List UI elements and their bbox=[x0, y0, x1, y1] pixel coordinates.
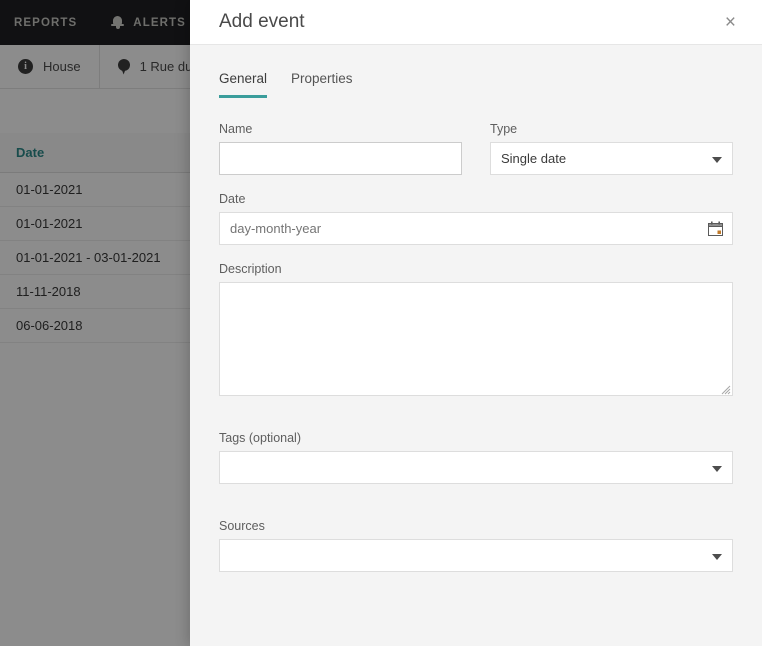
modal-header: Add event × bbox=[190, 0, 762, 45]
name-input[interactable] bbox=[219, 142, 462, 175]
date-label: Date bbox=[219, 192, 246, 206]
close-icon[interactable]: × bbox=[719, 9, 742, 36]
description-textarea[interactable] bbox=[219, 282, 733, 396]
date-input[interactable] bbox=[219, 212, 733, 245]
description-label: Description bbox=[219, 262, 282, 276]
sources-label: Sources bbox=[219, 519, 265, 533]
tab-general[interactable]: General bbox=[219, 71, 268, 98]
modal-tabs: General Properties bbox=[219, 45, 733, 98]
name-field-group: Name bbox=[219, 122, 462, 175]
sources-select-wrap bbox=[219, 539, 733, 572]
modal-body: General Properties Name Type Single date bbox=[190, 45, 762, 646]
date-input-wrap bbox=[219, 212, 733, 245]
app-root: REPORTS ALERTS i House 1 Rue du Pere Dat bbox=[0, 0, 762, 646]
description-field-group: Description bbox=[219, 262, 733, 396]
type-field-group: Type Single date bbox=[490, 122, 733, 175]
sources-select[interactable] bbox=[219, 539, 733, 572]
name-label: Name bbox=[219, 122, 253, 136]
date-field-group: Date bbox=[219, 192, 733, 245]
modal-title: Add event bbox=[219, 11, 305, 32]
description-textarea-wrap bbox=[219, 282, 733, 396]
name-type-row: Name Type Single date bbox=[219, 122, 733, 192]
tags-label: Tags (optional) bbox=[219, 431, 301, 445]
tab-properties[interactable]: Properties bbox=[291, 71, 353, 98]
sources-field-group: Sources bbox=[219, 519, 733, 572]
type-label: Type bbox=[490, 122, 518, 136]
tags-select-wrap bbox=[219, 451, 733, 484]
tags-field-group: Tags (optional) bbox=[219, 431, 733, 484]
tags-select[interactable] bbox=[219, 451, 733, 484]
add-event-modal: Add event × General Properties Name Type… bbox=[190, 0, 762, 646]
type-select-wrap: Single date bbox=[490, 142, 733, 175]
type-select[interactable]: Single date bbox=[490, 142, 733, 175]
